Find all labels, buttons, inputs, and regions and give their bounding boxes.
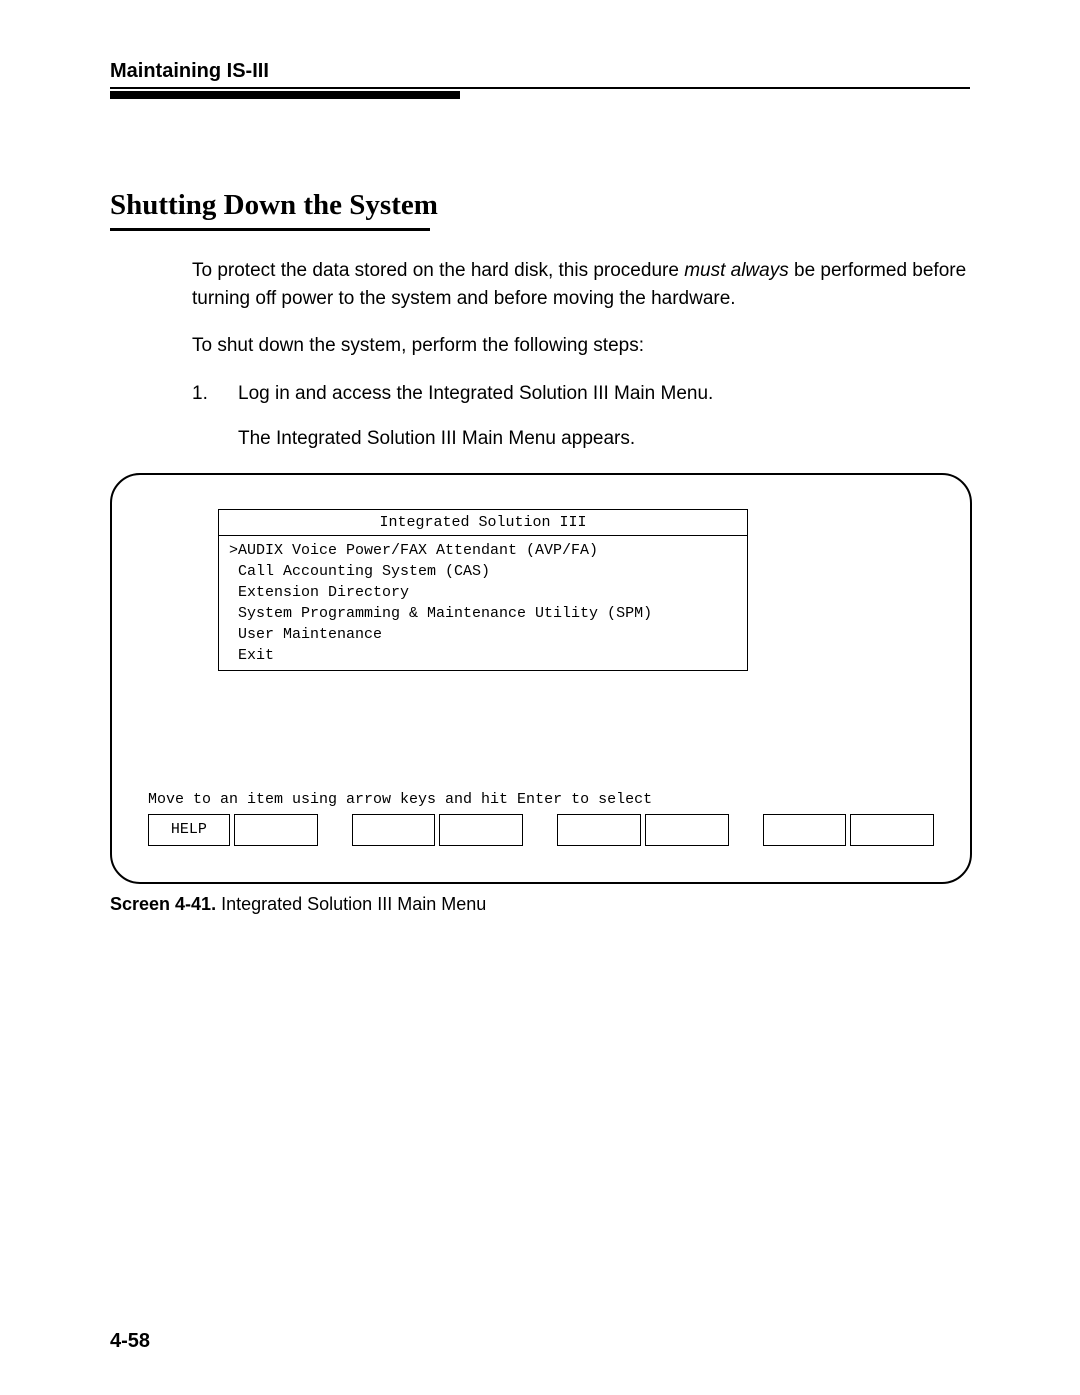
menu-item-spm[interactable]: System Programming & Maintenance Utility… <box>229 605 652 622</box>
fkey-f3[interactable] <box>352 814 436 846</box>
fkey-f2[interactable] <box>234 814 318 846</box>
section-heading: Shutting Down the System <box>110 189 970 228</box>
header-band <box>110 91 460 99</box>
menu-item-exit[interactable]: Exit <box>229 647 274 664</box>
paragraph-1: To protect the data stored on the hard d… <box>192 257 970 312</box>
menu-item-user-maint[interactable]: User Maintenance <box>229 626 382 643</box>
step-1-number: 1. <box>192 380 238 453</box>
fkey-f1-help[interactable]: HELP <box>148 814 230 846</box>
fkey-f8[interactable] <box>850 814 934 846</box>
running-header: Maintaining IS-III <box>110 60 970 87</box>
header-rule <box>110 87 970 89</box>
menu-item-cas[interactable]: Call Accounting System (CAS) <box>229 563 490 580</box>
window-title: Integrated Solution III <box>218 509 748 535</box>
fkey-f4[interactable] <box>439 814 523 846</box>
paragraph-2: To shut down the system, perform the fol… <box>192 332 970 360</box>
step-1: 1. Log in and access the Integrated Solu… <box>192 380 970 453</box>
fkey-f7[interactable] <box>763 814 847 846</box>
paragraph-1-emph: must always <box>684 260 789 281</box>
menu-item-ext-dir[interactable]: Extension Directory <box>229 584 409 601</box>
terminal-screenshot: Integrated Solution III >AUDIX Voice Pow… <box>110 473 972 884</box>
menu-window: >AUDIX Voice Power/FAX Attendant (AVP/FA… <box>218 535 748 671</box>
fkey-f6[interactable] <box>645 814 729 846</box>
fkey-row: HELP <box>148 814 934 846</box>
page-number: 4-58 <box>110 1330 150 1353</box>
figure-caption: Screen 4-41. Integrated Solution III Mai… <box>110 894 970 915</box>
menu-item-audix[interactable]: >AUDIX Voice Power/FAX Attendant (AVP/FA… <box>229 542 598 559</box>
fkey-f5[interactable] <box>557 814 641 846</box>
section-underline <box>110 228 430 231</box>
step-1-text: Log in and access the Integrated Solutio… <box>238 380 970 408</box>
status-line: Move to an item using arrow keys and hit… <box>148 791 934 808</box>
caption-text: Integrated Solution III Main Menu <box>216 894 486 914</box>
caption-label: Screen 4-41. <box>110 894 216 914</box>
step-1-subtext: The Integrated Solution III Main Menu ap… <box>238 425 970 453</box>
paragraph-1a: To protect the data stored on the hard d… <box>192 260 684 281</box>
